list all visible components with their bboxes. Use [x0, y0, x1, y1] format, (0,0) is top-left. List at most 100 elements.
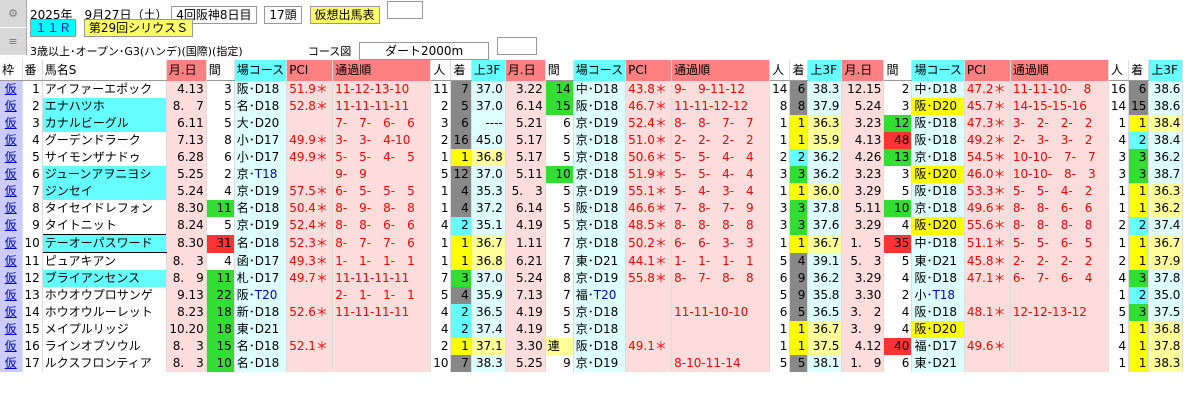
passing-order: 8- 8- 8- 8: [671, 217, 771, 235]
waku-cell[interactable]: 仮: [0, 183, 23, 200]
gear-icon[interactable]: ⚙: [0, 0, 27, 27]
column-header-agari[interactable]: 上3F: [807, 60, 843, 81]
column-header-tsuka[interactable]: 通過順: [671, 60, 771, 81]
horse-name[interactable]: ジューンアヲニヨシ: [42, 166, 167, 183]
horse-name[interactable]: タイセイドレフォン: [42, 200, 167, 217]
popularity: 5: [430, 166, 452, 183]
table-row[interactable]: 仮 12 ブライアンセンス 8. 9 11 札･D17 49.7＊ 11-11-11-11 7 3…: [0, 270, 1184, 287]
waku-cell[interactable]: 仮: [0, 98, 23, 115]
last-3f: 38.3: [807, 80, 843, 98]
waku-cell[interactable]: 仮: [0, 234, 23, 253]
horse-name[interactable]: ルクスフロンティア: [42, 355, 167, 372]
horse-name[interactable]: ピュアキアン: [42, 252, 167, 270]
table-row[interactable]: 仮 17 ルクスフロンティア 8. 3 10 名･D18 10 7 38.3 5.25 9 京･D19…: [0, 355, 1184, 372]
passing-order: [671, 321, 771, 338]
column-header-course[interactable]: 場コース: [234, 60, 288, 81]
waku-cell[interactable]: 仮: [0, 252, 23, 270]
table-row[interactable]: 仮 8 タイセイドレフォン 8.30 11 名･D18 50.4＊ 8- 9- 8- 8143…: [0, 200, 1184, 217]
column-header-name[interactable]: 馬名S: [42, 60, 167, 81]
interval: 5: [545, 149, 574, 166]
venue: 札: [236, 271, 249, 285]
table-row[interactable]: 仮 15 メイプルリッジ 10.20 18 東･D21 4 2 37.4 4.19 5 京･D18 1 1…: [0, 321, 1184, 338]
waku-cell[interactable]: 仮: [0, 304, 23, 321]
venue: 名: [236, 201, 249, 215]
column-header-pci[interactable]: PCI: [625, 60, 673, 81]
table-row[interactable]: 仮 7 ジンセイ 5.24 4 京･D19 57.5＊ 6- 5- 5- 5 1 4 35.3 5. …: [0, 183, 1184, 200]
horse-name[interactable]: カナルビーグル: [42, 115, 167, 132]
course-map-button[interactable]: コース図: [308, 45, 351, 58]
table-row[interactable]: 仮 6 ジューンアヲニヨシ 5.25 2 京･T18 9- 9 5 12 37.0 5.11 10 京･…: [0, 166, 1184, 183]
waku-cell[interactable]: 仮: [0, 166, 23, 183]
column-header-nin[interactable]: 人: [430, 60, 452, 81]
column-header-waku[interactable]: 枠: [0, 60, 23, 81]
table-row[interactable]: 仮 16 ラインオブソウル 8. 3 15 名･D18 52.1＊ 2 1 37.1 3.30 連阪･…: [0, 338, 1184, 355]
column-header-agari[interactable]: 上3F: [1148, 60, 1184, 81]
horse-name[interactable]: アイファーエポック: [42, 80, 167, 98]
horse-name[interactable]: サイモンザナドゥ: [42, 149, 167, 166]
venue: 東: [914, 253, 927, 268]
waku-cell[interactable]: 仮: [0, 200, 23, 217]
table-row[interactable]: 仮 5 サイモンザナドゥ 6.28 6 小･D17 49.9＊ 5- 5- 4- 5 1 1 36.…: [0, 149, 1184, 166]
popularity: 1: [430, 200, 452, 217]
column-header-tsuka[interactable]: 通過順: [1010, 60, 1109, 81]
waku-cell[interactable]: 仮: [0, 287, 23, 304]
table-row[interactable]: 仮 10 テーオーパスワード 8.30 31 名･D18 52.3＊ 8- 7- 7- 611…: [0, 234, 1184, 253]
column-header-kan[interactable]: 間: [545, 60, 574, 81]
column-header-nin[interactable]: 人: [769, 60, 791, 81]
column-header-chaku[interactable]: 着: [789, 60, 809, 81]
settings-icon[interactable]: ≡: [0, 28, 27, 55]
horse-name[interactable]: タイトニット: [42, 217, 167, 235]
waku-cell[interactable]: 仮: [0, 355, 23, 372]
interval: 35: [883, 234, 913, 253]
waku-cell[interactable]: 仮: [0, 321, 23, 338]
column-header-agari[interactable]: 上3F: [471, 60, 506, 81]
table-row[interactable]: 仮 14 ホウオウルーレット 8.23 18 新･D18 52.6＊ 11-11-11-11 4…: [0, 304, 1184, 321]
table-row[interactable]: 仮 2 エナハツホ 8. 7 5 名･D18 52.8＊ 11-11-11-11 2 5 37.0 6…: [0, 98, 1184, 115]
column-header-ban[interactable]: 番: [22, 60, 43, 81]
waku-cell[interactable]: 仮: [0, 149, 23, 166]
horse-name[interactable]: グーデンドラーク: [42, 132, 167, 149]
waku-cell[interactable]: 仮: [0, 270, 23, 287]
column-header-pci[interactable]: PCI: [964, 60, 1011, 81]
blank-field-2[interactable]: [496, 37, 537, 55]
passing-order: [332, 338, 432, 355]
virtual-card-button[interactable]: 仮想出馬表: [309, 6, 380, 24]
table-row[interactable]: 仮 9 タイトニット 8.24 5 京･D19 52.4＊ 8- 8- 6- 6 4 2 35.1 4…: [0, 217, 1184, 235]
column-header-date[interactable]: 月.日: [505, 60, 546, 81]
column-header-course[interactable]: 場コース: [573, 60, 627, 81]
finish: 7: [450, 80, 472, 98]
interval: 18: [206, 321, 235, 338]
column-header-date[interactable]: 月.日: [166, 60, 207, 81]
column-header-course[interactable]: 場コース: [911, 60, 965, 81]
table-row[interactable]: 仮 11 ピュアキアン 8. 3 4 函･D17 49.3＊ 1- 1- 1- 1 1 1 36.8…: [0, 252, 1184, 270]
horse-name[interactable]: テーオーパスワード: [41, 234, 167, 253]
waku-cell[interactable]: 仮: [0, 217, 23, 235]
horse-name[interactable]: ブライアンセンス: [42, 270, 167, 287]
horse-name[interactable]: ホウオウプロサンゲ: [42, 287, 167, 304]
horse-name[interactable]: ホウオウルーレット: [42, 304, 167, 321]
table-row[interactable]: 仮 4 グーデンドラーク 7.13 8 小･D17 49.9＊ 3- 3- 4-10 2 16 45…: [0, 132, 1184, 149]
table-row[interactable]: 仮 3 カナルビーグル 6.11 5 大･D20 7- 7- 6- 6 3 6 ---- 5.21 6…: [0, 115, 1184, 132]
horse-name[interactable]: メイプルリッジ: [42, 321, 167, 338]
column-header-kan[interactable]: 間: [883, 60, 913, 81]
column-header-chaku[interactable]: 着: [1128, 60, 1150, 81]
waku-cell[interactable]: 仮: [0, 80, 23, 98]
horse-name[interactable]: ラインオブソウル: [42, 338, 167, 355]
column-header-pci[interactable]: PCI: [286, 60, 334, 81]
waku-cell[interactable]: 仮: [0, 338, 23, 355]
passing-order: [1010, 321, 1109, 338]
race-date: 7.13: [166, 132, 207, 149]
interval: 2: [883, 287, 913, 304]
waku-cell[interactable]: 仮: [0, 115, 23, 132]
column-header-nin[interactable]: 人: [1108, 60, 1130, 81]
column-header-chaku[interactable]: 着: [450, 60, 472, 81]
table-row[interactable]: 仮 13 ホウオウプロサンゲ 9.13 22 阪･T20 2- 1- 1- 1 5 4 35.9 7…: [0, 287, 1184, 304]
column-header-tsuka[interactable]: 通過順: [332, 60, 432, 81]
column-header-date[interactable]: 月.日: [841, 60, 885, 81]
horse-name[interactable]: エナハツホ: [42, 98, 167, 115]
waku-cell[interactable]: 仮: [0, 132, 23, 149]
horse-name[interactable]: ジンセイ: [42, 183, 167, 200]
blank-field[interactable]: [387, 1, 424, 19]
column-header-kan[interactable]: 間: [206, 60, 235, 81]
table-row[interactable]: 仮 1 アイファーエポック 4.13 3 阪･D18 51.9＊ 11-12-13-10 11 7…: [0, 80, 1184, 98]
